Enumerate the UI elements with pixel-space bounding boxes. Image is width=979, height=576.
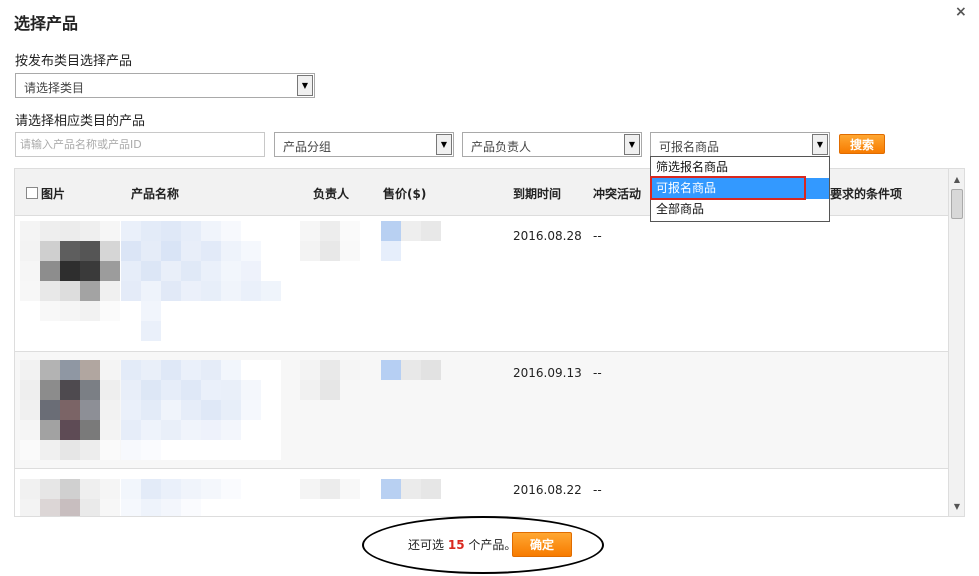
product-image-thumbnail: [20, 221, 120, 321]
product-name-blurred: [121, 479, 281, 516]
group-select[interactable]: 产品分组 ▼: [274, 132, 454, 157]
chevron-down-icon: ▼: [436, 134, 452, 155]
price-blurred: [381, 221, 441, 261]
product-name-blurred: [121, 221, 301, 341]
scroll-up-icon[interactable]: ▲: [949, 171, 964, 187]
category-select[interactable]: 请选择类目 ▼: [15, 73, 315, 98]
expiry-date: 2016.08.28: [513, 229, 582, 243]
table-row[interactable]: 2016.08.28 --: [15, 217, 948, 352]
header-image: 图片: [41, 187, 66, 201]
header-criteria: 合要求的条件项: [818, 187, 903, 201]
owner-blurred: [300, 360, 360, 400]
chevron-down-icon: ▼: [297, 75, 313, 96]
header-owner: 负责人: [313, 187, 350, 201]
header-expiry: 到期时间: [513, 187, 562, 201]
category-select-value: 请选择类目: [24, 81, 85, 95]
price-blurred: [381, 360, 441, 380]
product-section-label: 请选择相应类目的产品: [15, 114, 146, 129]
owner-select-value: 产品负责人: [471, 140, 532, 154]
close-icon[interactable]: ×: [955, 4, 967, 20]
owner-blurred: [300, 221, 360, 261]
select-all-checkbox[interactable]: [26, 187, 38, 199]
dropdown-option[interactable]: 全部商品: [651, 199, 829, 220]
search-input[interactable]: [15, 132, 265, 157]
vertical-scrollbar[interactable]: ▲ ▼: [948, 169, 964, 516]
dropdown-option[interactable]: 筛选报名商品: [651, 157, 829, 178]
product-image-thumbnail: [20, 360, 120, 460]
confirm-button[interactable]: 确定: [512, 532, 572, 557]
status-dropdown-list: 筛选报名商品 可报名商品 全部商品: [650, 156, 830, 222]
product-image-thumbnail: [20, 479, 120, 516]
owner-select[interactable]: 产品负责人 ▼: [462, 132, 642, 157]
dropdown-option-selected[interactable]: 可报名商品: [651, 178, 829, 199]
category-section-label: 按发布类目选择产品: [15, 54, 133, 69]
remaining-prefix: 还可选: [408, 538, 445, 552]
status-select-value: 可报名商品: [659, 140, 720, 154]
remaining-suffix: 个产品。: [468, 538, 517, 552]
expiry-date: 2016.09.13: [513, 366, 582, 380]
price-blurred: [381, 479, 441, 499]
chevron-down-icon: ▼: [624, 134, 640, 155]
header-conflict: 冲突活动: [593, 187, 642, 201]
status-select[interactable]: 可报名商品 ▼: [650, 132, 830, 157]
scroll-down-icon[interactable]: ▼: [949, 498, 964, 514]
header-price: 售价($): [383, 187, 427, 201]
table-row[interactable]: 2016.08.22 --: [15, 469, 948, 516]
remaining-count-text: 还可选 15 个产品。: [408, 536, 516, 553]
product-name-blurred: [121, 360, 281, 460]
remaining-count: 15: [447, 538, 465, 552]
scroll-thumb[interactable]: [951, 189, 963, 219]
header-name: 产品名称: [131, 187, 180, 201]
expiry-date: 2016.08.22: [513, 483, 582, 497]
group-select-value: 产品分组: [283, 140, 332, 154]
conflict-value: --: [593, 229, 602, 243]
chevron-down-icon: ▼: [812, 134, 828, 155]
conflict-value: --: [593, 483, 602, 497]
owner-blurred: [300, 479, 360, 499]
table-row[interactable]: 2016.09.13 --: [15, 352, 948, 469]
conflict-value: --: [593, 366, 602, 380]
dialog-title: 选择产品: [14, 14, 79, 33]
search-button[interactable]: 搜索: [839, 134, 885, 154]
